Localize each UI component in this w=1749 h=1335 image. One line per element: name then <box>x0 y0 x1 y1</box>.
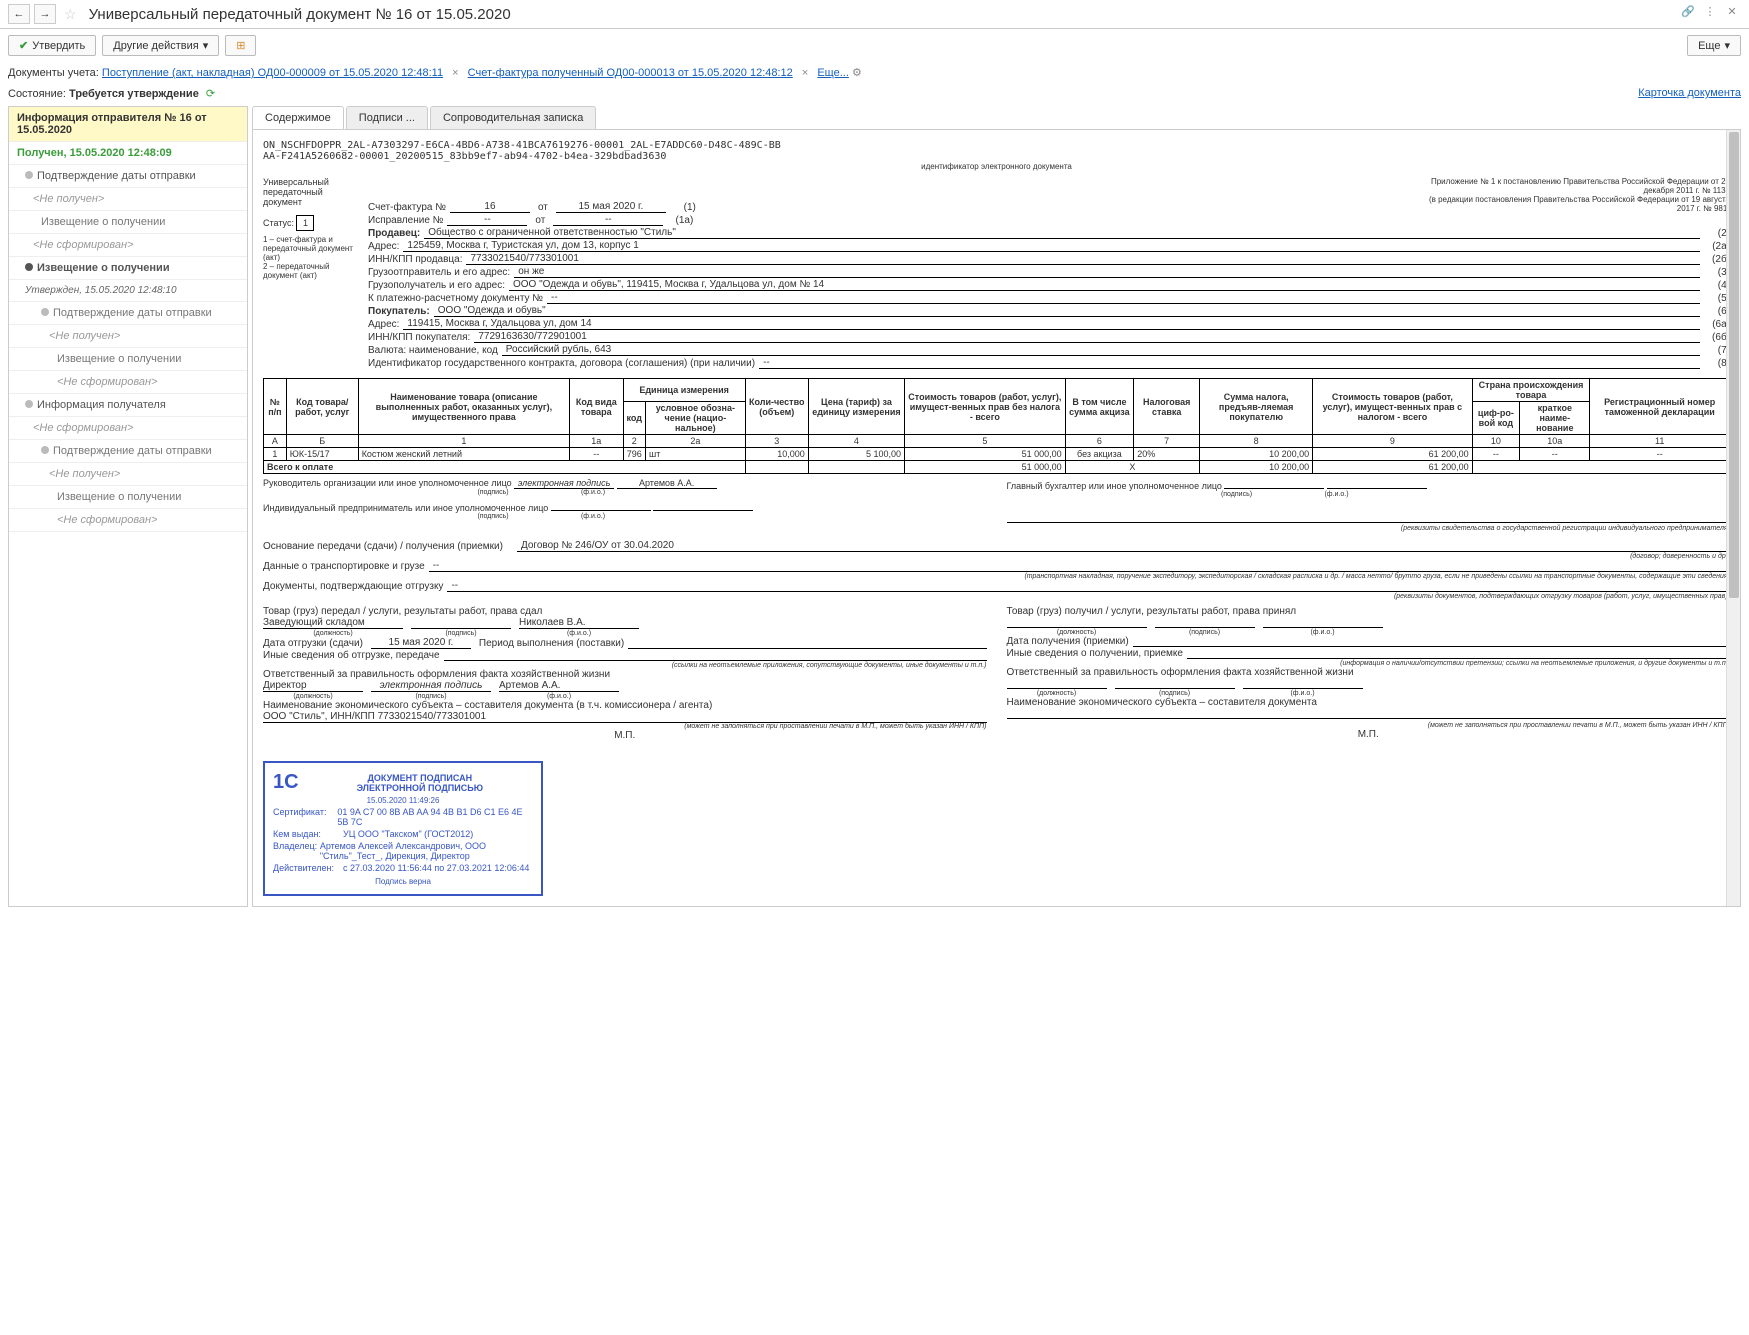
tab-content[interactable]: Содержимое <box>252 106 344 129</box>
remove-link-2[interactable]: × <box>796 67 814 79</box>
sidebar-item: <Не сформирован> <box>9 371 247 394</box>
remove-link-1[interactable]: × <box>446 67 464 79</box>
approve-button[interactable]: ✔Утвердить <box>8 35 96 56</box>
items-table: № п/пКод товара/ работ, услугНаименовани… <box>263 378 1730 474</box>
tab-signatures[interactable]: Подписи ... <box>346 106 428 129</box>
sidebar-item[interactable]: Подтверждение даты отправки <box>9 440 247 463</box>
check-icon: ✔ <box>19 39 28 52</box>
sidebar-item: <Не получен> <box>9 188 247 211</box>
sidebar-item: <Не сформирован> <box>9 509 247 532</box>
link-icon[interactable]: 🔗 <box>1679 5 1697 23</box>
nav-forward[interactable]: → <box>34 4 56 24</box>
sidebar-sender-info[interactable]: Информация отправителя № 16 от 15.05.202… <box>9 107 247 142</box>
status-value: Требуется утверждение <box>69 88 199 100</box>
status-label: Состояние: <box>8 88 66 100</box>
sidebar: Информация отправителя № 16 от 15.05.202… <box>8 106 248 907</box>
sidebar-item: Утвержден, 15.05.2020 12:48:10 <box>9 280 247 302</box>
sidebar-item: <Не получен> <box>9 325 247 348</box>
more-button[interactable]: Еще ▾ <box>1687 35 1741 56</box>
sidebar-item: <Не сформирован> <box>9 234 247 257</box>
scrollbar[interactable] <box>1726 130 1740 906</box>
sidebar-item[interactable]: Извещение о получении <box>9 486 247 509</box>
hierarchy-button[interactable]: ⊞ <box>225 35 256 56</box>
sidebar-received[interactable]: Получен, 15.05.2020 12:48:09 <box>9 142 247 165</box>
refresh-icon[interactable]: ⟳ <box>202 88 215 100</box>
sidebar-item[interactable]: Подтверждение даты отправки <box>9 165 247 188</box>
signature-stamp: 1C ДОКУМЕНТ ПОДПИСАН ЭЛЕКТРОННОЙ ПОДПИСЬ… <box>263 761 543 896</box>
hierarchy-icon: ⊞ <box>236 39 245 52</box>
gear-icon[interactable]: ⚙ <box>852 67 862 79</box>
sidebar-item[interactable]: Информация получателя <box>9 394 247 417</box>
appendix: Приложение № 1 к постановлению Правитель… <box>1410 177 1730 213</box>
upd-status: 1 <box>296 215 314 231</box>
doc-links-label: Документы учета: <box>8 67 99 79</box>
tab-note[interactable]: Сопроводительная записка <box>430 106 596 129</box>
sidebar-item[interactable]: Подтверждение даты отправки <box>9 302 247 325</box>
sidebar-item[interactable]: Извещение о получении <box>9 348 247 371</box>
window-title: Универсальный передаточный документ № 16… <box>89 6 511 23</box>
upd-title: Универсальный передаточный документ <box>263 177 358 207</box>
doc-link-2[interactable]: Счет-фактура полученный ОД00-000013 от 1… <box>468 67 793 79</box>
sidebar-item: <Не сформирован> <box>9 417 247 440</box>
card-link[interactable]: Карточка документа <box>1638 87 1741 99</box>
doc-link-more[interactable]: Еще... <box>817 67 849 79</box>
close-icon[interactable]: ✕ <box>1723 5 1741 23</box>
doc-id-2: AA-F241A5260682-00001_20200515_83bb9ef7-… <box>263 151 1730 162</box>
sidebar-item[interactable]: Извещение о получении <box>9 211 247 234</box>
upd-legend: 1 – счет-фактура и передаточный документ… <box>263 235 358 280</box>
menu-icon[interactable]: ⋮ <box>1701 5 1719 23</box>
doc-id-1: ON_NSCHFDOPPR_2AL-A7303297-E6CA-4BD6-A73… <box>263 140 1730 151</box>
table-row: 1ЮК-15/17Костюм женский летний--796шт10,… <box>264 448 1730 461</box>
sidebar-item[interactable]: Извещение о получении <box>9 257 247 280</box>
doc-link-1[interactable]: Поступление (акт, накладная) ОД00-000009… <box>102 67 443 79</box>
other-actions-button[interactable]: Другие действия ▾ <box>102 35 219 56</box>
doc-id-label: идентификатор электронного документа <box>263 162 1730 171</box>
document-view: ON_NSCHFDOPPR_2AL-A7303297-E6CA-4BD6-A73… <box>252 130 1741 907</box>
favorite-icon[interactable]: ☆ <box>60 6 81 23</box>
nav-back[interactable]: ← <box>8 4 30 24</box>
sidebar-item: <Не получен> <box>9 463 247 486</box>
